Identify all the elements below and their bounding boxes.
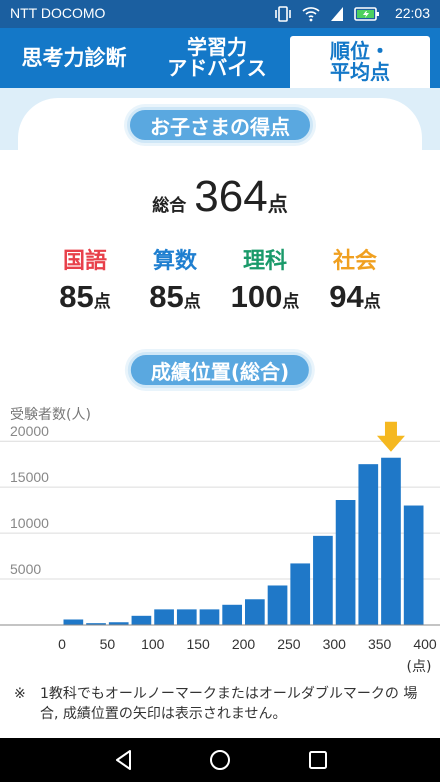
note-mark: ※ <box>14 686 26 702</box>
x-tick-label: 400 <box>413 636 437 652</box>
total-value: 364 <box>194 172 268 221</box>
total-label: 総合 <box>152 196 187 216</box>
x-tick-label: 100 <box>141 636 165 652</box>
battery-icon <box>354 7 379 21</box>
histogram-bar <box>381 457 401 625</box>
subject-score: 85 <box>149 279 184 314</box>
carrier-label: NTT DOCOMO <box>10 5 106 21</box>
subject-name: 算数 <box>152 249 197 274</box>
x-tick-label: 0 <box>58 636 66 652</box>
tab-label: 学習力 アドバイス <box>167 35 267 80</box>
histogram-bar <box>199 609 220 625</box>
wifi-icon <box>302 7 320 22</box>
subject-unit: 点 <box>363 292 381 312</box>
subject-scores: 国語 85点 算数 85点 理科 100点 社会 94点 <box>40 243 420 323</box>
histogram-bar <box>267 585 288 625</box>
subject-unit: 点 <box>93 292 111 312</box>
signal-icon <box>331 7 343 21</box>
x-unit-label: (点) <box>407 659 432 675</box>
histogram-bar <box>154 609 174 625</box>
tab-bar: 思考力診断 学習力 アドバイス 順位・ 平均点 <box>0 28 440 88</box>
histogram-bar <box>245 599 265 625</box>
subject-unit: 点 <box>183 292 201 312</box>
footnote: ※ 1教科でもオールノーマークまたはオールダブルマークの 場合, 成績位置の矢印… <box>14 685 426 724</box>
tab-label: 思考力診断 <box>21 45 127 70</box>
clock: 22:03 <box>394 5 430 21</box>
home-icon[interactable] <box>208 748 232 772</box>
y-tick-label: 10000 <box>10 515 49 531</box>
histogram-bar <box>176 609 197 625</box>
histogram-bar <box>63 619 84 625</box>
y-tick-label: 20000 <box>10 423 49 439</box>
recents-icon[interactable] <box>306 748 330 772</box>
subject-unit: 点 <box>282 292 300 312</box>
subject-score: 100 <box>230 279 283 314</box>
subject-name: 社会 <box>332 249 377 274</box>
android-nav-bar <box>0 738 440 782</box>
x-tick-label: 150 <box>186 636 210 652</box>
tab-learning-advice[interactable]: 学習力 アドバイス <box>150 28 284 88</box>
score-distribution-chart: 5000 10000 15000 20000 0 50 100 150 200 250 300 350… <box>0 421 440 675</box>
y-tick-label: 5000 <box>10 561 41 577</box>
subject-math: 算数 85点 <box>130 243 220 315</box>
subject-social: 社会 94点 <box>310 243 400 315</box>
scores-heading: お子さまの得点 <box>127 107 313 143</box>
ranking-heading: 成績位置(総合) <box>127 352 313 388</box>
histogram-bar <box>335 500 356 625</box>
histogram-bar <box>313 535 333 625</box>
tab-label: 順位・ 平均点 <box>330 39 390 84</box>
x-tick-label: 350 <box>368 636 392 652</box>
histogram-bar <box>222 604 242 625</box>
histogram-bar <box>358 464 379 625</box>
tab-thinking-diagnosis[interactable]: 思考力診断 <box>0 28 148 88</box>
subject-japanese: 国語 85点 <box>40 243 130 315</box>
subject-name: 国語 <box>62 249 107 274</box>
histogram-bar <box>131 615 152 625</box>
x-tick-label: 300 <box>323 636 347 652</box>
subject-score: 85 <box>59 279 94 314</box>
app-screen: NTT DOCOMO 22:03 思考力診断 学習力 アドバイス 順位・ 平均点… <box>0 0 440 782</box>
histogram-bar <box>290 563 311 625</box>
tab-ranking-average[interactable]: 順位・ 平均点 <box>290 36 430 88</box>
back-icon[interactable] <box>112 748 136 772</box>
total-score: 総合 364点 <box>0 172 440 222</box>
score-marker-arrow <box>376 421 405 452</box>
x-tick-label: 50 <box>100 636 116 652</box>
x-tick-label: 250 <box>277 636 301 652</box>
x-tick-label: 200 <box>232 636 256 652</box>
vibrate-icon <box>275 6 291 22</box>
subject-name: 理科 <box>242 249 287 274</box>
subject-score: 94 <box>329 279 364 314</box>
note-text: 1教科でもオールノーマークまたはオールダブルマークの 場合, 成績位置の矢印は表… <box>40 686 418 722</box>
total-unit: 点 <box>267 192 288 216</box>
subject-science: 理科 100点 <box>220 243 310 315</box>
histogram-bar <box>403 505 424 625</box>
status-bar: NTT DOCOMO 22:03 <box>0 0 440 28</box>
y-tick-label: 15000 <box>10 469 49 485</box>
